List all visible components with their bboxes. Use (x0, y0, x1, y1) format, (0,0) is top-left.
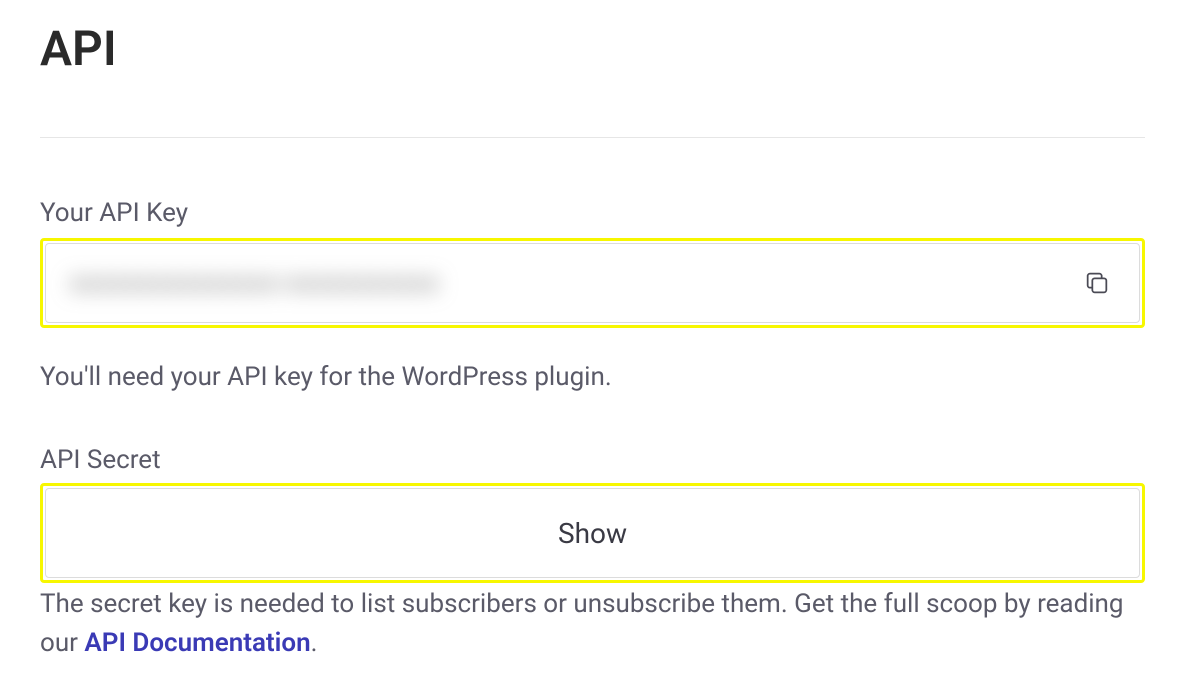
section-divider (40, 137, 1145, 138)
page-title: API (40, 20, 1145, 77)
api-secret-label: API Secret (40, 445, 1145, 475)
show-api-secret-button[interactable]: Show (45, 488, 1140, 578)
api-key-input-box[interactable]: xxxxxxxxxxxxxxx-xxxxxxxxxxx (45, 243, 1140, 323)
api-key-label: Your API Key (40, 198, 1145, 228)
copy-icon[interactable] (1079, 265, 1115, 301)
api-secret-help-suffix: . (311, 628, 318, 658)
api-secret-help-text: The secret key is needed to list subscri… (40, 585, 1145, 663)
api-key-highlight: xxxxxxxxxxxxxxx-xxxxxxxxxxx (40, 238, 1145, 328)
api-secret-highlight: Show (40, 483, 1145, 583)
api-key-help-text: You'll need your API key for the WordPre… (40, 358, 1145, 397)
api-documentation-link[interactable]: API Documentation (84, 628, 310, 658)
show-button-label: Show (558, 517, 627, 550)
api-key-value: xxxxxxxxxxxxxxx-xxxxxxxxxxx (70, 268, 440, 298)
